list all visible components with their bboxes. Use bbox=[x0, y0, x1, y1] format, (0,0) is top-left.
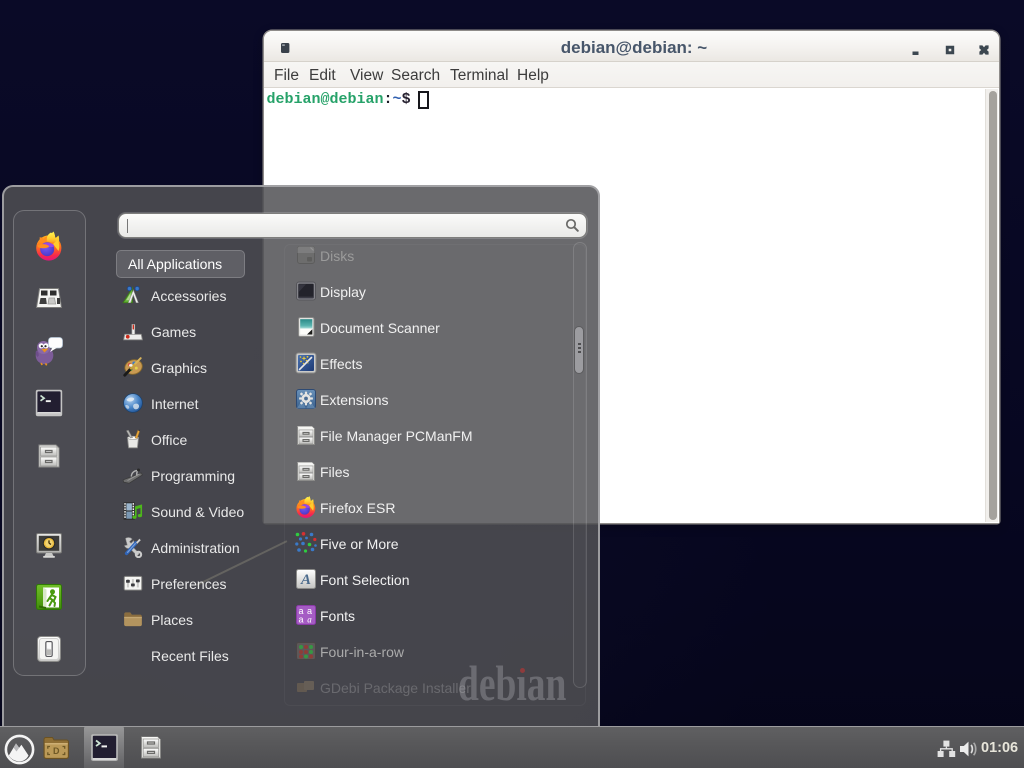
svg-text:D: D bbox=[53, 746, 60, 756]
svg-text:a: a bbox=[298, 615, 303, 625]
svg-text:a: a bbox=[307, 615, 312, 625]
svg-text:A: A bbox=[300, 572, 311, 588]
